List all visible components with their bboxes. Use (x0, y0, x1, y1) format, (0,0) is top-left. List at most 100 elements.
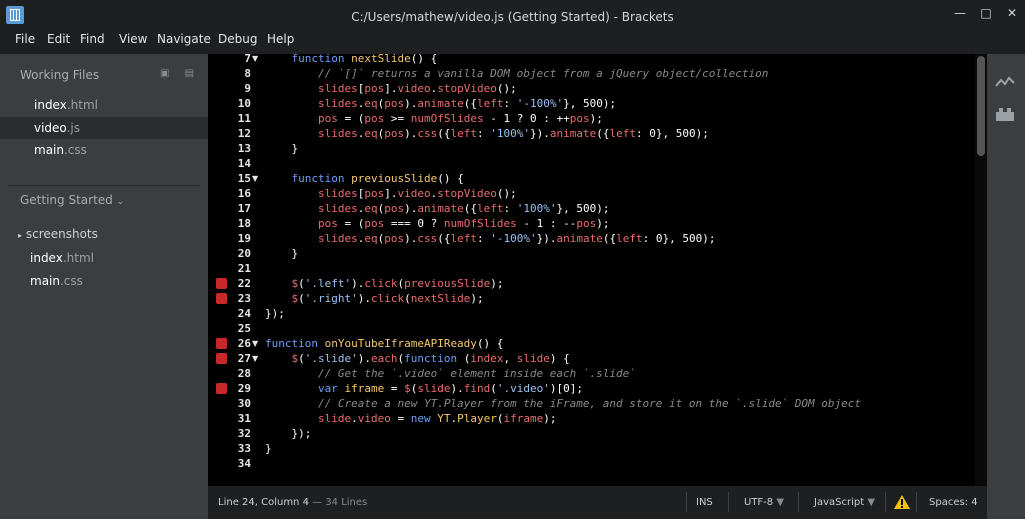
menu-file[interactable]: File (15, 32, 35, 54)
line-number[interactable]: 28 (208, 366, 251, 381)
line-number[interactable]: 13 (208, 141, 251, 156)
code-editor[interactable]: 7 ▼ 8 9 10 11 12 13 14 15 ▼ 16 17 18 19 20 21 22 23 24 25 26 ▼… (208, 54, 975, 486)
line-number[interactable]: 7 (208, 54, 251, 66)
fold-arrow-icon[interactable]: ▼ (252, 171, 260, 186)
code-token: function (291, 172, 345, 185)
line-number[interactable]: 24 (208, 306, 251, 321)
scrollbar-thumb[interactable] (977, 56, 985, 156)
working-file-index-html[interactable]: index.html (0, 94, 208, 116)
menu-view[interactable]: View (119, 32, 147, 54)
line-number[interactable]: 33 (208, 441, 251, 456)
line-number[interactable]: 25 (208, 321, 251, 336)
code-token: ({ (463, 97, 477, 110)
breakpoint-marker[interactable] (216, 338, 227, 349)
menu-debug[interactable]: Debug (218, 32, 257, 54)
tree-folder-screenshots[interactable]: ▸ screenshots (18, 227, 98, 241)
extension-manager-icon[interactable] (995, 106, 1015, 122)
code-token: ); (702, 232, 716, 245)
code-line[interactable]: $('.slide').each(function (index, slide)… (265, 351, 570, 366)
line-number[interactable]: 29 (208, 381, 251, 396)
line-number[interactable]: 9 (208, 81, 251, 96)
split-view-icon[interactable]: ▤ (185, 68, 194, 79)
code-line[interactable]: $('.right').click(nextSlide); (265, 291, 484, 306)
code-line[interactable]: // Get the `.video` element inside each … (265, 366, 636, 381)
line-number[interactable]: 31 (208, 411, 251, 426)
code-line[interactable]: pos = (pos >= numOfSlides - 1 ? 0 : ++po… (265, 111, 603, 126)
line-number[interactable]: 32 (208, 426, 251, 441)
code-line[interactable]: function previousSlide() { (265, 171, 464, 186)
line-number[interactable]: 12 (208, 126, 251, 141)
project-file-index-html[interactable]: index.html (0, 247, 208, 269)
line-number[interactable]: 14 (208, 156, 251, 171)
breakpoint-marker[interactable] (216, 293, 227, 304)
line-number[interactable]: 34 (208, 456, 251, 471)
working-file-video-js[interactable]: video.js (0, 117, 208, 139)
code-line[interactable]: }); (265, 426, 311, 441)
project-title[interactable]: Getting Started ⌄ (20, 193, 124, 207)
code-token: '.left' (304, 277, 352, 290)
breakpoint-marker[interactable] (216, 278, 227, 289)
code-line[interactable]: } (265, 246, 298, 261)
line-number[interactable]: 21 (208, 261, 251, 276)
code-line[interactable]: slides[pos].video.stopVideo(); (265, 81, 517, 96)
fold-arrow-icon[interactable]: ▼ (252, 351, 260, 366)
warning-icon[interactable] (894, 495, 910, 509)
breakpoint-marker[interactable] (216, 353, 227, 364)
close-button[interactable]: ✕ (1001, 4, 1023, 22)
line-number[interactable]: 23 (208, 291, 251, 306)
code-line[interactable]: }); (265, 306, 285, 321)
breakpoint-marker[interactable] (216, 383, 227, 394)
code-line[interactable]: slides.eq(pos).animate({left: '100%'}, 5… (265, 201, 609, 216)
project-file-main-css[interactable]: main.css (0, 270, 208, 292)
code-line[interactable]: } (265, 441, 272, 456)
line-number[interactable]: 26 (208, 336, 251, 351)
code-line[interactable]: pos = (pos === 0 ? numOfSlides - 1 : --p… (265, 216, 609, 231)
code-line[interactable]: $('.left').click(previousSlide); (265, 276, 504, 291)
line-number[interactable]: 30 (208, 396, 251, 411)
line-number[interactable]: 27 (208, 351, 251, 366)
line-gutter[interactable]: 7 ▼ 8 9 10 11 12 13 14 15 ▼ 16 17 18 19 20 21 22 23 24 25 26 ▼… (208, 54, 263, 486)
menu-edit[interactable]: Edit (47, 32, 70, 54)
code-token: pos (364, 217, 385, 230)
code-line[interactable]: function nextSlide() { (265, 54, 438, 66)
indent-setting[interactable]: Spaces: 4 (929, 486, 978, 519)
line-number[interactable]: 18 (208, 216, 251, 231)
line-number[interactable]: 20 (208, 246, 251, 261)
code-token: '100%' (490, 127, 530, 140)
code-line[interactable]: function onYouTubeIframeAPIReady() { (265, 336, 503, 351)
live-preview-icon[interactable] (995, 76, 1015, 90)
line-number[interactable]: 10 (208, 96, 251, 111)
code-line[interactable]: // Create a new YT.Player from the iFram… (265, 396, 861, 411)
maximize-button[interactable]: □ (975, 4, 997, 22)
minimize-button[interactable]: — (949, 4, 971, 22)
code-line[interactable]: } (265, 141, 298, 156)
code-token: } (265, 142, 299, 155)
line-number[interactable]: 15 (208, 171, 251, 186)
code-line[interactable]: slides.eq(pos).css({left: '-100%'}).anim… (265, 231, 715, 246)
menu-navigate[interactable]: Navigate (157, 32, 211, 54)
code-line[interactable]: slide.video = new YT.Player(iframe); (265, 411, 557, 426)
code-line[interactable]: // `[]` returns a vanilla DOM object fro… (265, 66, 768, 81)
line-number[interactable]: 22 (208, 276, 251, 291)
fold-arrow-icon[interactable]: ▼ (252, 54, 260, 66)
fold-arrow-icon[interactable]: ▼ (252, 336, 260, 351)
code-token: . (351, 412, 358, 425)
code-line[interactable]: slides.eq(pos).css({left: '100%'}).anima… (265, 126, 709, 141)
line-number[interactable]: 17 (208, 201, 251, 216)
working-file-main-css[interactable]: main.css (0, 139, 208, 161)
code-line[interactable]: slides[pos].video.stopVideo(); (265, 186, 517, 201)
code-token: video (357, 412, 391, 425)
menu-find[interactable]: Find (80, 32, 105, 54)
gear-icon[interactable]: ▣ (160, 68, 169, 79)
line-number[interactable]: 19 (208, 231, 251, 246)
line-number[interactable]: 11 (208, 111, 251, 126)
line-number[interactable]: 16 (208, 186, 251, 201)
line-number[interactable]: 8 (208, 66, 251, 81)
language-dropdown[interactable]: JavaScript ▼ (814, 486, 875, 519)
encoding-dropdown[interactable]: UTF-8 ▼ (744, 486, 784, 519)
code-line[interactable]: slides.eq(pos).animate({left: '-100%'}, … (265, 96, 616, 111)
code-line[interactable]: var iframe = $(slide).find('.video')[0]; (265, 381, 583, 396)
menu-help[interactable]: Help (267, 32, 294, 54)
insert-mode-toggle[interactable]: INS (696, 486, 713, 519)
